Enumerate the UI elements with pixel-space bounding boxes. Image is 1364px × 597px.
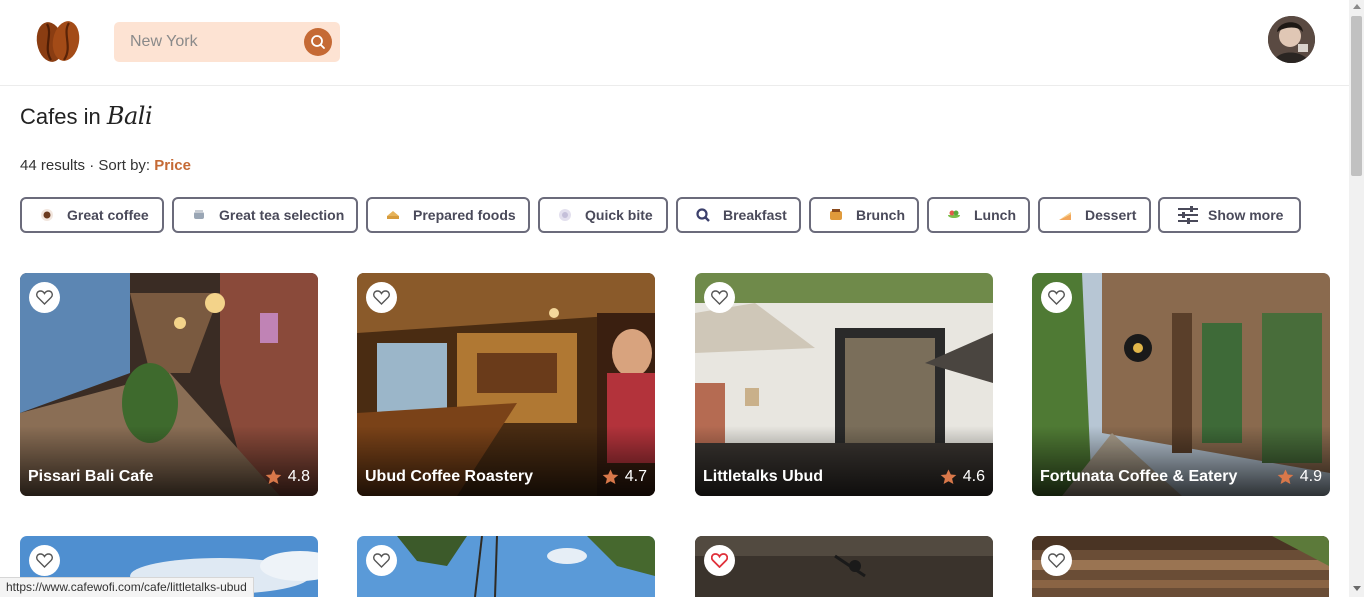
- cafe-card[interactable]: Fortunata Coffee & Eatery 4.9: [1032, 273, 1330, 496]
- rating-value: 4.8: [287, 468, 310, 485]
- favorite-button[interactable]: [1041, 282, 1072, 313]
- waffle-icon: [829, 208, 843, 222]
- page-title: Cafes in Bali: [20, 102, 153, 130]
- cafe-name: Fortunata Coffee & Eatery: [1040, 468, 1238, 485]
- favorite-button[interactable]: [29, 282, 60, 313]
- favorite-button[interactable]: [704, 282, 735, 313]
- plate-icon: [558, 208, 572, 222]
- search-box: [114, 22, 340, 62]
- cafe-card[interactable]: [357, 536, 655, 597]
- link-preview-statusbar: https://www.cafewofi.com/cafe/littletalk…: [0, 577, 254, 597]
- cafe-card[interactable]: Littletalks Ubud 4.6: [695, 273, 993, 496]
- filter-quick-bite[interactable]: Quick bite: [538, 197, 668, 233]
- search-input[interactable]: [130, 32, 300, 52]
- cafe-photo: [1032, 536, 1329, 597]
- heart-icon: [711, 290, 728, 305]
- sort-label: Sort by:: [98, 157, 151, 174]
- star-icon: [1277, 469, 1294, 484]
- sliders-icon: [1177, 206, 1199, 224]
- filter-brunch[interactable]: Brunch: [809, 197, 919, 233]
- coffee-bean-icon[interactable]: [33, 18, 81, 64]
- heart-icon: [36, 290, 53, 305]
- filter-show-more[interactable]: Show more: [1158, 197, 1301, 233]
- filter-great-coffee[interactable]: Great coffee: [20, 197, 164, 233]
- scrollbar[interactable]: [1349, 0, 1364, 597]
- sort-dropdown[interactable]: Price: [154, 157, 191, 174]
- salad-icon: [947, 208, 961, 222]
- star-icon: [265, 469, 282, 484]
- sandwich-icon: [386, 208, 400, 222]
- heart-filled-icon: [711, 553, 728, 568]
- cafe-name: Pissari Bali Cafe: [28, 468, 154, 485]
- heart-icon: [1048, 290, 1065, 305]
- cafe-photo: [357, 536, 655, 597]
- coffee-cup-icon: [40, 208, 54, 222]
- favorite-button[interactable]: [366, 282, 397, 313]
- cafe-card[interactable]: Pissari Bali Cafe 4.8: [20, 273, 318, 496]
- favorite-button[interactable]: [1041, 545, 1072, 576]
- filter-lunch[interactable]: Lunch: [927, 197, 1030, 233]
- page-title-prefix: Cafes in: [20, 104, 101, 129]
- filter-breakfast[interactable]: Breakfast: [676, 197, 801, 233]
- results-summary: 44 results · Sort by: Price: [20, 157, 191, 174]
- cafe-name: Littletalks Ubud: [703, 468, 824, 485]
- cake-icon: [1058, 208, 1072, 222]
- results-separator: ·: [85, 157, 99, 174]
- favorite-button[interactable]: [366, 545, 397, 576]
- filter-prepared-foods[interactable]: Prepared foods: [366, 197, 530, 233]
- magnifier-icon: [696, 208, 710, 222]
- star-icon: [602, 469, 619, 484]
- cafe-photo: [695, 536, 993, 597]
- cafe-rating: 4.8: [265, 468, 310, 486]
- heart-icon: [373, 290, 390, 305]
- results-count: 44 results: [20, 157, 86, 174]
- cafe-card[interactable]: [1032, 536, 1329, 597]
- star-icon: [940, 469, 957, 484]
- search-icon: [311, 35, 325, 49]
- cafe-rating: 4.7: [602, 468, 647, 486]
- user-avatar[interactable]: [1268, 16, 1315, 63]
- rating-value: 4.7: [624, 468, 647, 485]
- favorite-button[interactable]: [29, 545, 60, 576]
- heart-icon: [36, 553, 53, 568]
- rating-value: 4.6: [962, 468, 985, 485]
- favorite-button-active[interactable]: [704, 545, 735, 576]
- status-url: https://www.cafewofi.com/cafe/littletalk…: [6, 580, 247, 594]
- scroll-thumb[interactable]: [1351, 16, 1362, 176]
- search-button[interactable]: [304, 28, 332, 56]
- cafe-card[interactable]: Ubud Coffee Roastery 4.7: [357, 273, 655, 496]
- cafe-rating: 4.6: [940, 468, 985, 486]
- teapot-icon: [192, 208, 206, 222]
- cafe-name: Ubud Coffee Roastery: [365, 468, 534, 485]
- heart-icon: [373, 553, 390, 568]
- rating-value: 4.9: [1299, 468, 1322, 485]
- page-title-city: Bali: [106, 102, 153, 130]
- scroll-down-arrow-icon[interactable]: [1353, 586, 1361, 591]
- cafe-rating: 4.9: [1277, 468, 1322, 486]
- top-header: [0, 0, 1349, 86]
- cafe-card[interactable]: [695, 536, 993, 597]
- filter-dessert[interactable]: Dessert: [1038, 197, 1151, 233]
- heart-icon: [1048, 553, 1065, 568]
- filter-great-tea-selection[interactable]: Great tea selection: [172, 197, 358, 233]
- scroll-up-arrow-icon[interactable]: [1353, 4, 1361, 9]
